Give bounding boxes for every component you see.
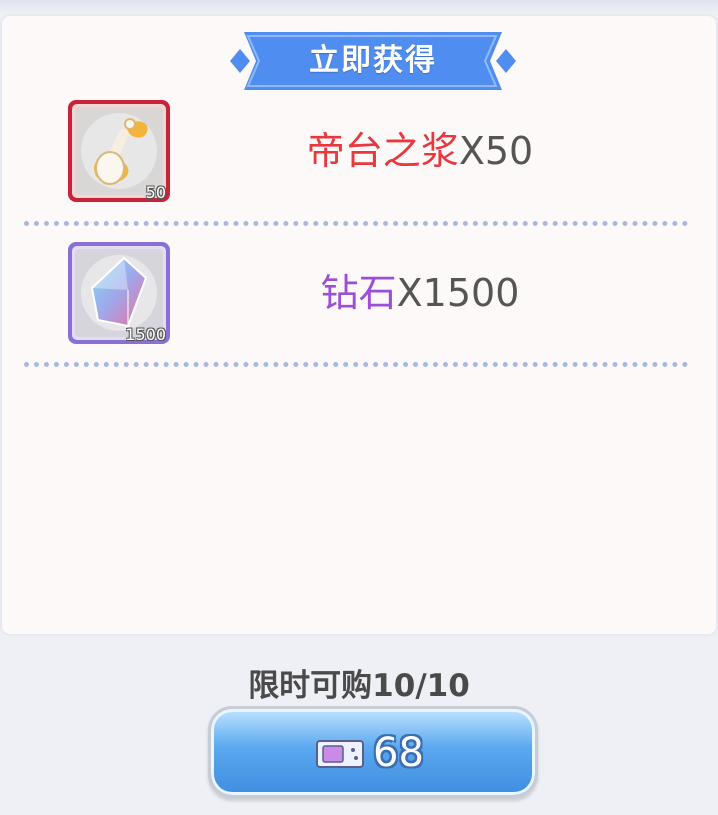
reward-name: 钻石 bbox=[320, 271, 397, 315]
header-title: 立即获得 bbox=[309, 43, 437, 78]
item-count: 1500 bbox=[125, 325, 166, 344]
item-count: 50 bbox=[145, 183, 166, 202]
reward-label-elixir: 帝台之浆X50 bbox=[180, 126, 660, 176]
purchase-limit-text: 限时可购10/10 bbox=[248, 668, 470, 704]
reward-quantity: X50 bbox=[458, 129, 534, 173]
price-value: 68 bbox=[373, 730, 424, 776]
elixir-flask-icon[interactable]: 50 bbox=[66, 98, 172, 204]
reward-row-elixir: 50 帝台之浆X50 bbox=[0, 96, 718, 206]
buy-button[interactable]: 68 bbox=[208, 706, 538, 798]
reward-row-diamond: 1500 钻石X1500 bbox=[0, 238, 718, 348]
ticket-icon bbox=[316, 740, 364, 768]
divider bbox=[24, 221, 688, 226]
header-ribbon: 立即获得 bbox=[226, 32, 520, 90]
reward-quantity: X1500 bbox=[396, 271, 520, 315]
reward-name: 帝台之浆 bbox=[306, 129, 459, 173]
diamond-crystal-icon[interactable]: 1500 bbox=[66, 240, 172, 346]
divider bbox=[24, 362, 688, 367]
reward-label-diamond: 钻石X1500 bbox=[180, 268, 660, 318]
top-strip bbox=[0, 0, 718, 14]
